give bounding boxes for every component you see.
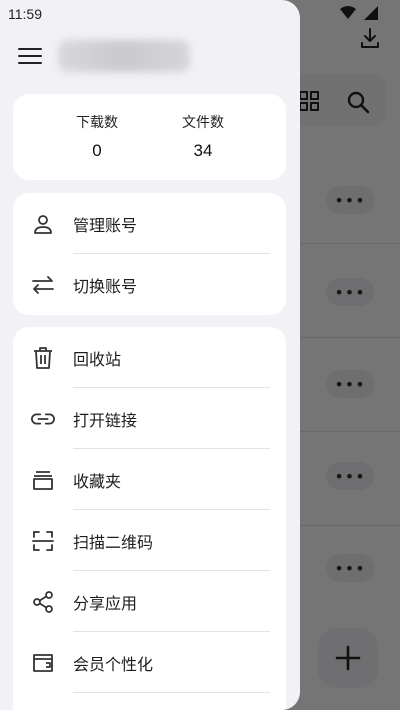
manage-account-label: 管理账号 [73,215,138,235]
open-link-item[interactable]: 打开链接 [13,388,286,449]
manage-account-item[interactable]: 管理账号 [13,193,286,254]
share-icon [31,590,55,614]
account-card: 管理账号 切换账号 [13,193,286,315]
files-label: 文件数 [182,115,224,131]
open-link-label: 打开链接 [73,410,138,430]
recycle-bin-item[interactable]: 回收站 [13,327,286,388]
trash-icon [31,346,55,370]
divider [73,692,270,693]
membership-label: 会员个性化 [73,654,154,674]
favorites-icon [31,468,55,492]
favorites-label: 收藏夹 [73,471,122,491]
scan-qr-label: 扫描二维码 [73,532,154,552]
files-stat[interactable]: 文件数 34 [163,112,243,161]
link-icon [31,407,55,431]
share-app-item[interactable]: 分享应用 [13,571,286,632]
navigation-drawer: 11:59 下载数 0 文件数 34 管理账号 切换账号 回收站 打开链接 收藏… [0,0,300,710]
wallet-icon [31,651,55,675]
scan-icon [31,529,55,553]
swap-icon [31,273,55,297]
person-icon [31,212,55,236]
membership-item[interactable]: 会员个性化 [13,632,286,693]
scan-qr-item[interactable]: 扫描二维码 [13,510,286,571]
menu-button[interactable] [18,48,42,66]
status-time: 11:59 [8,6,42,22]
files-value: 34 [193,141,213,160]
hamburger-icon [18,48,42,50]
share-app-label: 分享应用 [73,593,138,613]
stats-card: 下载数 0 文件数 34 [13,94,286,180]
favorites-item[interactable]: 收藏夹 [13,449,286,510]
downloads-label: 下载数 [76,115,118,131]
username-blurred[interactable] [58,40,190,72]
tools-card: 回收站 打开链接 收藏夹 扫描二维码 分享应用 会员个性化 [13,327,286,710]
downloads-value: 0 [92,141,102,160]
recycle-bin-label: 回收站 [73,349,122,369]
switch-account-item[interactable]: 切换账号 [13,254,286,315]
switch-account-label: 切换账号 [73,276,138,296]
downloads-stat[interactable]: 下载数 0 [57,112,137,161]
